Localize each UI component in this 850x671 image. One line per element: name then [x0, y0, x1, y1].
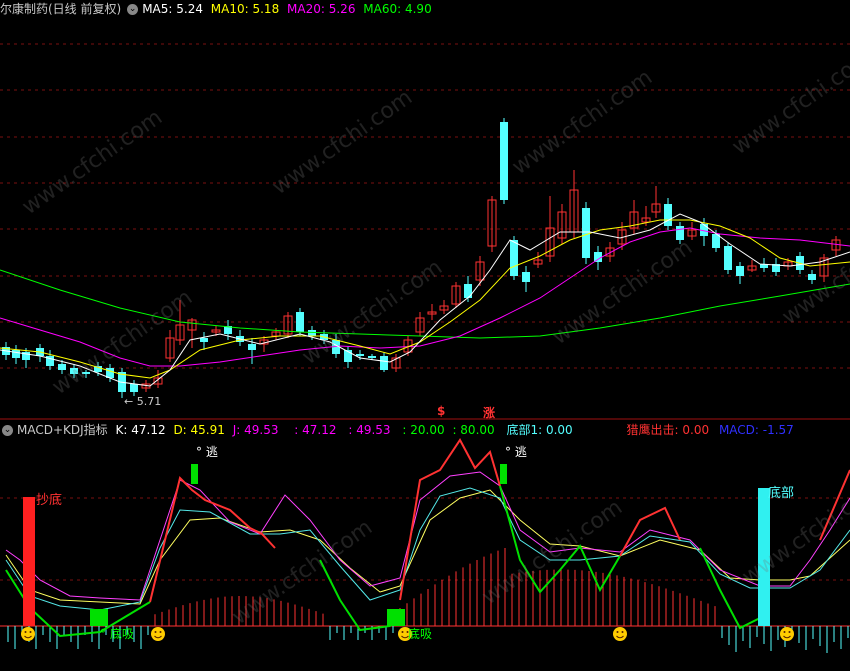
candle-down: [664, 204, 672, 226]
candlesticks: [2, 118, 841, 398]
kdj-j-line: [5, 471, 850, 601]
candle-down: [296, 312, 304, 332]
ma10-line: [0, 219, 850, 379]
smiley-eye: [159, 631, 162, 633]
smiley-eye: [788, 631, 791, 633]
candle-down: [736, 266, 744, 276]
dibu-bar: [758, 488, 770, 626]
smiley-face: [780, 627, 794, 641]
tao-text-2: 逃: [514, 445, 527, 459]
smiley-eye: [621, 631, 624, 633]
dixi-text-1: 底吸: [109, 627, 134, 641]
smiley-eye: [783, 631, 786, 633]
candle-down: [522, 272, 530, 282]
smiley-eye: [616, 631, 619, 633]
chaodi-bar: [23, 497, 35, 626]
tao-label-1: ° 逃: [196, 445, 218, 459]
candle-down: [368, 356, 376, 358]
j-rise-segment: [619, 506, 681, 557]
candle-down: [724, 246, 732, 270]
tao-box: [500, 464, 507, 484]
chart-canvas[interactable]: [0, 0, 850, 671]
tao-text-1: 逃: [205, 445, 218, 459]
dixi-box: [387, 609, 405, 626]
candle-down: [594, 252, 602, 262]
tao-box: [191, 464, 198, 484]
candle-down: [82, 372, 90, 374]
candle-down: [464, 284, 472, 298]
candle-down: [70, 368, 78, 374]
smiley-icon: [151, 627, 165, 641]
smiley-face: [21, 627, 35, 641]
grid-lines: [0, 43, 850, 627]
candle-down: [200, 338, 208, 342]
ma20-line: [0, 227, 850, 367]
candle-down: [308, 330, 316, 336]
candle-down: [676, 226, 684, 240]
smiley-icon: [21, 627, 35, 641]
candle-down: [510, 240, 518, 276]
dibu-label: 底部: [768, 486, 795, 501]
kdj-d-line: [5, 489, 850, 605]
candle-down: [130, 384, 138, 392]
low-price-label: ← 5.71: [124, 395, 162, 408]
low-price-value: 5.71: [136, 395, 162, 408]
dixi-label-2: 底吸: [408, 627, 433, 641]
candle-down: [808, 274, 816, 280]
j-rise-segment: [149, 476, 251, 603]
candle-down: [500, 122, 508, 200]
smiley-icon: [780, 627, 794, 641]
candle-down: [58, 364, 66, 370]
candle-down: [248, 344, 256, 350]
dollar-marker: $: [437, 404, 446, 418]
smiley-eye: [24, 631, 27, 633]
ma-lines: [0, 213, 850, 387]
smiley-eye: [29, 631, 32, 633]
smiley-face: [613, 627, 627, 641]
dixi-box: [90, 609, 108, 626]
ma60-line: [0, 269, 850, 339]
tao-label-2: ° 逃: [505, 445, 527, 459]
chaodi-label: 抄底: [36, 493, 63, 508]
smiley-eye: [401, 631, 404, 633]
zhang-marker: 涨: [483, 406, 496, 420]
candle-down: [12, 350, 20, 358]
candle-down: [380, 356, 388, 370]
candle-down: [582, 208, 590, 258]
smiley-eye: [154, 631, 157, 633]
j-fall-segment: [499, 485, 621, 594]
smiley-face: [151, 627, 165, 641]
candle-down: [356, 354, 364, 356]
smiley-icon: [613, 627, 627, 641]
dixi-label-1: ° 底吸: [100, 627, 134, 641]
